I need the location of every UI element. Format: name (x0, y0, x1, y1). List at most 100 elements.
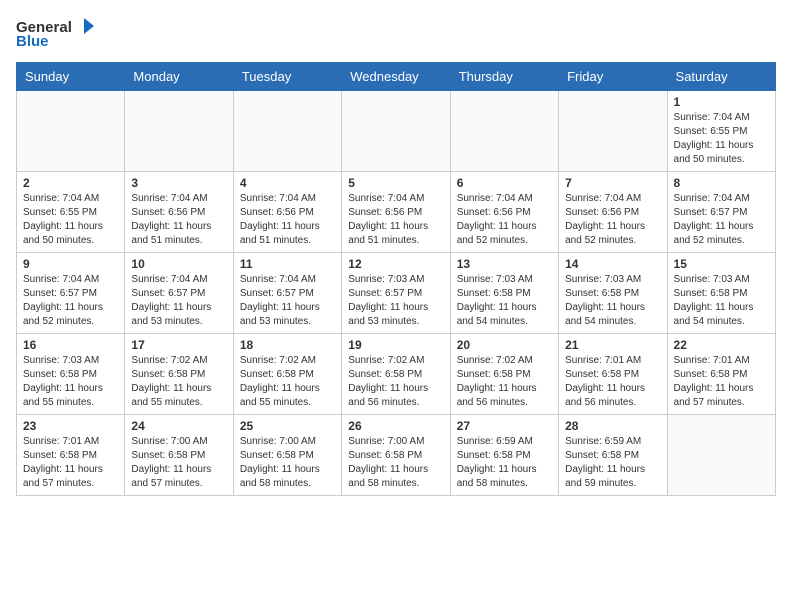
calendar-week-row: 16 Sunrise: 7:03 AM Sunset: 6:58 PM Dayli… (17, 334, 776, 415)
day-number: 14 (565, 257, 660, 271)
day-info: Sunrise: 7:04 AM Sunset: 6:55 PM Dayligh… (674, 111, 769, 167)
calendar-day-cell (342, 91, 450, 172)
day-info: Sunrise: 7:02 AM Sunset: 6:58 PM Dayligh… (457, 354, 552, 410)
calendar-day-cell: 3Sunrise: 7:04 AM Sunset: 6:56 PM Daylig… (125, 172, 233, 253)
calendar-day-cell: 12 Sunrise: 7:03 AM Sunset: 6:57 PM Dayli… (342, 253, 450, 334)
day-info: Sunrise: 7:02 AM Sunset: 6:58 PM Dayligh… (348, 354, 443, 410)
calendar-week-row: 23 Sunrise: 7:01 AM Sunset: 6:58 PM Dayli… (17, 415, 776, 496)
day-info: Sunrise: 7:01 AM Sunset: 6:58 PM Dayligh… (23, 435, 118, 491)
day-number: 10 (131, 257, 226, 271)
day-number: 25 (240, 419, 335, 433)
calendar-day-cell: 9 Sunrise: 7:04 AM Sunset: 6:57 PM Daylig… (17, 253, 125, 334)
calendar-weekday-wednesday: Wednesday (342, 63, 450, 91)
day-info: Sunrise: 7:00 AM Sunset: 6:58 PM Dayligh… (240, 435, 335, 491)
calendar-day-cell: 25 Sunrise: 7:00 AM Sunset: 6:58 PM Dayli… (233, 415, 341, 496)
day-number: 3 (131, 176, 226, 190)
calendar-day-cell (17, 91, 125, 172)
calendar-week-row: 1 Sunrise: 7:04 AM Sunset: 6:55 PM Daylig… (17, 91, 776, 172)
day-number: 27 (457, 419, 552, 433)
day-number: 5 (348, 176, 443, 190)
day-number: 18 (240, 338, 335, 352)
calendar-day-cell: 8 Sunrise: 7:04 AM Sunset: 6:57 PM Daylig… (667, 172, 775, 253)
calendar-day-cell: 5 Sunrise: 7:04 AM Sunset: 6:56 PM Daylig… (342, 172, 450, 253)
calendar-week-row: 2 Sunrise: 7:04 AM Sunset: 6:55 PM Daylig… (17, 172, 776, 253)
day-info: Sunrise: 7:04 AM Sunset: 6:57 PM Dayligh… (240, 273, 335, 329)
calendar-day-cell: 15 Sunrise: 7:03 AM Sunset: 6:58 PM Dayli… (667, 253, 775, 334)
day-info: Sunrise: 7:01 AM Sunset: 6:58 PM Dayligh… (565, 354, 660, 410)
calendar-day-cell (667, 415, 775, 496)
day-info: Sunrise: 7:04 AM Sunset: 6:57 PM Dayligh… (23, 273, 118, 329)
calendar-day-cell (233, 91, 341, 172)
day-number: 2 (23, 176, 118, 190)
day-info: Sunrise: 7:03 AM Sunset: 6:57 PM Dayligh… (348, 273, 443, 329)
day-info: Sunrise: 6:59 AM Sunset: 6:58 PM Dayligh… (457, 435, 552, 491)
calendar-weekday-sunday: Sunday (17, 63, 125, 91)
calendar-day-cell: 16 Sunrise: 7:03 AM Sunset: 6:58 PM Dayli… (17, 334, 125, 415)
logo: GeneralBlue (16, 16, 106, 52)
day-info: Sunrise: 7:02 AM Sunset: 6:58 PM Dayligh… (131, 354, 226, 410)
calendar-day-cell: 22 Sunrise: 7:01 AM Sunset: 6:58 PM Dayli… (667, 334, 775, 415)
calendar-day-cell: 21 Sunrise: 7:01 AM Sunset: 6:58 PM Dayli… (559, 334, 667, 415)
calendar-day-cell: 24 Sunrise: 7:00 AM Sunset: 6:58 PM Dayli… (125, 415, 233, 496)
day-number: 21 (565, 338, 660, 352)
page-header: GeneralBlue (16, 16, 776, 52)
day-number: 24 (131, 419, 226, 433)
calendar-day-cell: 27 Sunrise: 6:59 AM Sunset: 6:58 PM Dayli… (450, 415, 558, 496)
calendar-day-cell: 14 Sunrise: 7:03 AM Sunset: 6:58 PM Dayli… (559, 253, 667, 334)
day-info: Sunrise: 7:03 AM Sunset: 6:58 PM Dayligh… (674, 273, 769, 329)
calendar-day-cell: 10 Sunrise: 7:04 AM Sunset: 6:57 PM Dayli… (125, 253, 233, 334)
calendar-day-cell: 1 Sunrise: 7:04 AM Sunset: 6:55 PM Daylig… (667, 91, 775, 172)
day-info: Sunrise: 7:04 AM Sunset: 6:57 PM Dayligh… (131, 273, 226, 329)
day-info: Sunrise: 7:03 AM Sunset: 6:58 PM Dayligh… (457, 273, 552, 329)
day-number: 23 (23, 419, 118, 433)
svg-text:Blue: Blue (16, 33, 49, 50)
calendar-day-cell: 11 Sunrise: 7:04 AM Sunset: 6:57 PM Dayli… (233, 253, 341, 334)
day-number: 16 (23, 338, 118, 352)
generalblue-logo-icon: GeneralBlue (16, 16, 106, 52)
calendar-table: SundayMondayTuesdayWednesdayThursdayFrid… (16, 62, 776, 496)
calendar-day-cell: 19 Sunrise: 7:02 AM Sunset: 6:58 PM Dayli… (342, 334, 450, 415)
day-info: Sunrise: 7:04 AM Sunset: 6:56 PM Dayligh… (348, 192, 443, 248)
calendar-weekday-thursday: Thursday (450, 63, 558, 91)
day-info: Sunrise: 7:04 AM Sunset: 6:57 PM Dayligh… (674, 192, 769, 248)
day-number: 12 (348, 257, 443, 271)
day-number: 22 (674, 338, 769, 352)
calendar-day-cell: 20Sunrise: 7:02 AM Sunset: 6:58 PM Dayli… (450, 334, 558, 415)
calendar-weekday-friday: Friday (559, 63, 667, 91)
day-info: Sunrise: 7:00 AM Sunset: 6:58 PM Dayligh… (131, 435, 226, 491)
calendar-weekday-monday: Monday (125, 63, 233, 91)
day-number: 11 (240, 257, 335, 271)
calendar-day-cell (559, 91, 667, 172)
day-number: 15 (674, 257, 769, 271)
calendar-day-cell: 6Sunrise: 7:04 AM Sunset: 6:56 PM Daylig… (450, 172, 558, 253)
day-info: Sunrise: 7:01 AM Sunset: 6:58 PM Dayligh… (674, 354, 769, 410)
calendar-day-cell (125, 91, 233, 172)
day-number: 17 (131, 338, 226, 352)
calendar-day-cell: 2 Sunrise: 7:04 AM Sunset: 6:55 PM Daylig… (17, 172, 125, 253)
calendar-day-cell (450, 91, 558, 172)
calendar-weekday-tuesday: Tuesday (233, 63, 341, 91)
day-number: 19 (348, 338, 443, 352)
day-info: Sunrise: 7:03 AM Sunset: 6:58 PM Dayligh… (565, 273, 660, 329)
day-info: Sunrise: 7:04 AM Sunset: 6:56 PM Dayligh… (565, 192, 660, 248)
calendar-day-cell: 23 Sunrise: 7:01 AM Sunset: 6:58 PM Dayli… (17, 415, 125, 496)
calendar-week-row: 9 Sunrise: 7:04 AM Sunset: 6:57 PM Daylig… (17, 253, 776, 334)
calendar-day-cell: 7Sunrise: 7:04 AM Sunset: 6:56 PM Daylig… (559, 172, 667, 253)
day-info: Sunrise: 7:00 AM Sunset: 6:58 PM Dayligh… (348, 435, 443, 491)
day-number: 8 (674, 176, 769, 190)
day-number: 9 (23, 257, 118, 271)
calendar-day-cell: 13 Sunrise: 7:03 AM Sunset: 6:58 PM Dayli… (450, 253, 558, 334)
day-number: 4 (240, 176, 335, 190)
day-info: Sunrise: 7:03 AM Sunset: 6:58 PM Dayligh… (23, 354, 118, 410)
calendar-day-cell: 17 Sunrise: 7:02 AM Sunset: 6:58 PM Dayli… (125, 334, 233, 415)
day-number: 26 (348, 419, 443, 433)
calendar-header-row: SundayMondayTuesdayWednesdayThursdayFrid… (17, 63, 776, 91)
day-number: 13 (457, 257, 552, 271)
day-number: 1 (674, 95, 769, 109)
day-info: Sunrise: 7:04 AM Sunset: 6:56 PM Dayligh… (457, 192, 552, 248)
calendar-day-cell: 26 Sunrise: 7:00 AM Sunset: 6:58 PM Dayli… (342, 415, 450, 496)
calendar-day-cell: 4Sunrise: 7:04 AM Sunset: 6:56 PM Daylig… (233, 172, 341, 253)
day-info: Sunrise: 7:04 AM Sunset: 6:55 PM Dayligh… (23, 192, 118, 248)
calendar-weekday-saturday: Saturday (667, 63, 775, 91)
calendar-day-cell: 18Sunrise: 7:02 AM Sunset: 6:58 PM Dayli… (233, 334, 341, 415)
